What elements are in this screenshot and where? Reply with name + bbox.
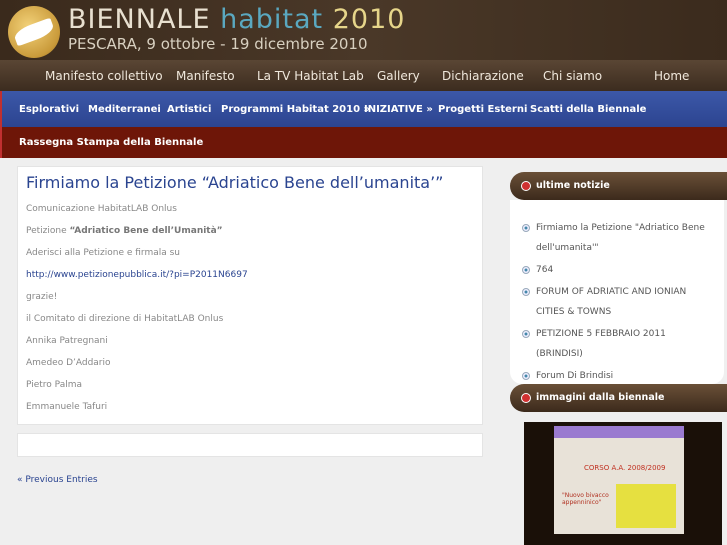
list-item: Forum Di Brindisi <box>522 366 712 386</box>
post-line: grazie! <box>26 292 58 302</box>
title-year: 2010 <box>332 4 406 35</box>
post: Firmiamo la Petizione “Adriatico Bene de… <box>17 166 483 425</box>
previous-entries-link[interactable]: « Previous Entries <box>17 475 98 485</box>
post-line: http://www.petizionepubblica.it/?pi=P201… <box>26 264 474 286</box>
signatory: Emmanuele Tafuri <box>26 402 108 412</box>
cat-esplorativi[interactable]: Esplorativi <box>19 104 79 115</box>
list-item: FORUM OF ADRIATIC AND IONIAN CITIES & TO… <box>522 282 712 322</box>
nav-manifesto-collettivo[interactable]: Manifesto collettivo <box>45 69 163 83</box>
news-link[interactable]: Forum Di Brindisi <box>536 371 613 381</box>
signatory: Pietro Palma <box>26 380 82 390</box>
cat-scatti[interactable]: Scatti della Biennale <box>530 104 646 115</box>
news-link[interactable]: PETIZIONE 5 FEBBRAIO 2011 (BRINDISI) <box>536 329 666 359</box>
petition-name: “Adriatico Bene dell’Umanità” <box>69 226 223 236</box>
top-nav: Manifesto collettivo Manifesto La TV Hab… <box>0 60 727 91</box>
cat-rassegna-stampa[interactable]: Rassegna Stampa della Biennale <box>19 137 203 148</box>
widget-title-images: immagini dalla biennale <box>510 384 727 412</box>
nav-gallery[interactable]: Gallery <box>377 69 420 83</box>
biennale-logo[interactable] <box>8 6 60 58</box>
cat-mediterranei[interactable]: Mediterranei <box>88 104 161 115</box>
widget-title-news: ultime notizie <box>510 172 727 200</box>
news-link[interactable]: FORUM OF ADRIATIC AND IONIAN CITIES & TO… <box>536 287 686 317</box>
post-line: Comunicazione HabitatLAB Onlus <box>26 204 177 214</box>
nav-dichiarazione[interactable]: Dichiarazione <box>442 69 524 83</box>
nav-manifesto[interactable]: Manifesto <box>176 69 235 83</box>
title-biennale: BIENNALE <box>68 4 211 35</box>
photo-caption-text: "Nuovo bivacco appenninico" <box>562 492 609 506</box>
widget-title-text: ultime notizie <box>536 180 610 191</box>
post-line: Petizione “Adriatico Bene dell’Umanità” <box>26 220 474 242</box>
photo-course-text: CORSO A.A. 2008/2009 <box>584 464 666 472</box>
news-link[interactable]: 764 <box>536 265 553 275</box>
nav-home[interactable]: Home <box>654 69 689 83</box>
cat-progetti-esterni[interactable]: Progetti Esterni <box>438 104 527 115</box>
site-header: BIENNALE habitat 2010 PESCARA, 9 ottobre… <box>0 0 727 60</box>
site-subtitle: PESCARA, 9 ottobre - 19 dicembre 2010 <box>68 35 368 53</box>
title-habitat: habitat <box>220 4 324 35</box>
arrow-icon <box>521 393 531 403</box>
post-line: il Comitato di direzione di HabitatLAB O… <box>26 314 224 324</box>
petition-link[interactable]: http://www.petizionepubblica.it/?pi=P201… <box>26 270 248 280</box>
widget-title-text: immagini dalla biennale <box>536 392 665 403</box>
cat-programmi[interactable]: Programmi Habitat 2010 » <box>221 104 370 115</box>
arrow-icon <box>521 181 531 191</box>
nav-tv-habitat-lab[interactable]: La TV Habitat Lab <box>257 69 364 83</box>
nav-chi-siamo[interactable]: Chi siamo <box>543 69 602 83</box>
petition-label: Petizione <box>26 226 70 236</box>
post-footer <box>17 433 483 457</box>
projection-screen: CORSO A.A. 2008/2009 "Nuovo bivacco appe… <box>554 426 684 534</box>
post-line: Aderisci alla Petizione e firmala su <box>26 248 181 258</box>
biennale-photo[interactable]: CORSO A.A. 2008/2009 "Nuovo bivacco appe… <box>524 422 722 545</box>
secondary-nav: Rassegna Stampa della Biennale <box>0 127 727 158</box>
cat-iniziative[interactable]: INIZIATIVE » <box>364 104 433 115</box>
site-title: BIENNALE habitat 2010 <box>68 4 405 35</box>
post-title[interactable]: Firmiamo la Petizione “Adriatico Bene de… <box>26 173 474 192</box>
news-list: Firmiamo la Petizione "Adriatico Bene de… <box>510 200 724 384</box>
cat-artistici[interactable]: Artistici <box>167 104 211 115</box>
news-link[interactable]: Firmiamo la Petizione "Adriatico Bene de… <box>536 223 705 253</box>
category-nav: Esplorativi Mediterranei Artistici Progr… <box>0 91 727 127</box>
list-item: PETIZIONE 5 FEBBRAIO 2011 (BRINDISI) <box>522 324 712 364</box>
list-item: 764 <box>522 260 712 280</box>
signatory: Amedeo D’Addario <box>26 358 111 368</box>
list-item: Firmiamo la Petizione "Adriatico Bene de… <box>522 218 712 258</box>
signatory: Annika Patregnani <box>26 336 108 346</box>
